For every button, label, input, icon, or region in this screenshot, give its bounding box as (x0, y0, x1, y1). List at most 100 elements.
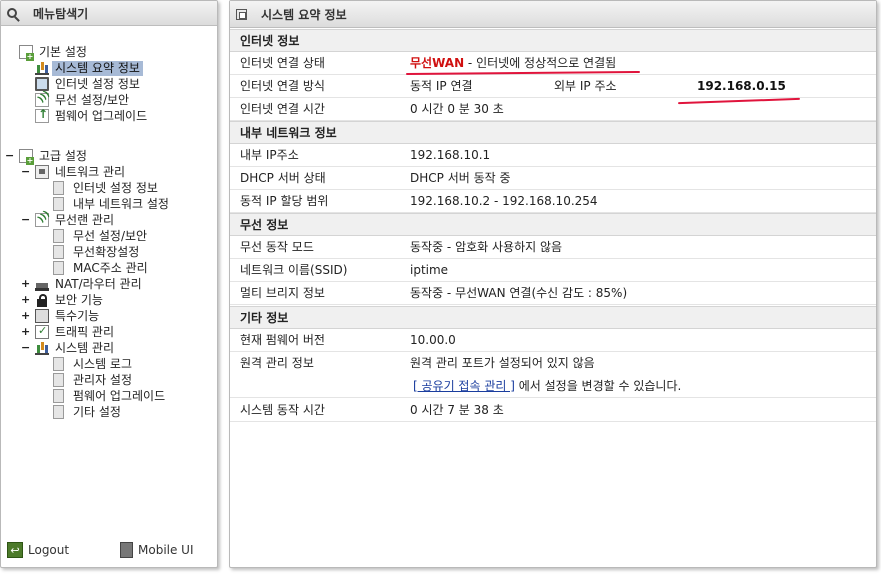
page-icon (53, 389, 64, 403)
tree-item-internet-settings[interactable]: 인터넷 설정 정보 (35, 76, 143, 92)
tree-item-system-log[interactable]: 시스템 로그 (53, 356, 135, 372)
tree-item-label: 무선 설정/보안 (73, 228, 148, 243)
row-label: 인터넷 연결 방식 (240, 79, 325, 93)
router-icon (35, 277, 49, 291)
router-access-management-link[interactable]: [ 공유기 접속 관리 ] (413, 379, 515, 393)
tree-node-label: 무선랜 관리 (55, 212, 115, 227)
page-icon (53, 181, 64, 195)
row-ssid: 네트워크 이름(SSID) iptime (230, 259, 876, 282)
tree-node-label: 기본 설정 (39, 44, 87, 59)
tree-item-label: 시스템 요약 정보 (52, 60, 143, 76)
tree-item-label: 무선확장설정 (73, 244, 140, 259)
tree-node-label: NAT/라우터 관리 (55, 276, 142, 291)
tree-item-wireless-security[interactable]: 무선 설정/보안 (35, 92, 132, 108)
upload-icon (35, 107, 49, 123)
tree-item-label: 내부 네트워크 설정 (73, 196, 169, 211)
monitor-icon (35, 77, 49, 91)
row-remote-management: 원격 관리 정보 원격 관리 포트가 설정되어 있지 않음 (230, 352, 876, 375)
row-value: 0 시간 0 분 30 초 (410, 102, 504, 116)
logout-label: Logout (28, 543, 70, 557)
row-value: DHCP 서버 동작 중 (410, 171, 511, 185)
tree-node-nat-router[interactable]: NAT/라우터 관리 (35, 276, 145, 292)
tree-item-label: MAC주소 관리 (73, 260, 148, 275)
tree-item-internet-settings-info[interactable]: 인터넷 설정 정보 (53, 180, 161, 196)
logout-icon: ↩ (7, 542, 23, 558)
expand-toggle-security[interactable]: + (21, 292, 30, 308)
tree-item-mac-management[interactable]: MAC주소 관리 (53, 260, 151, 276)
tree-item-wireless-security-adv[interactable]: 무선 설정/보안 (53, 228, 150, 244)
section-heading-lan: 내부 네트워크 정보 (230, 121, 876, 144)
lock-icon (35, 293, 49, 307)
row-label: 멀티 브리지 정보 (240, 286, 325, 300)
tree-item-label: 시스템 로그 (73, 356, 133, 371)
row-label: 네트워크 이름(SSID) (240, 263, 348, 277)
search-icon (7, 8, 17, 18)
expand-toggle-traffic[interactable]: + (21, 324, 30, 340)
tree-node-label: 네트워크 관리 (55, 164, 126, 179)
tree-node-label: 시스템 관리 (55, 340, 115, 355)
tree-node-traffic[interactable]: 트래픽 관리 (35, 324, 117, 340)
tree-item-wireless-extension[interactable]: 무선확장설정 (53, 244, 142, 260)
window-icon (236, 8, 247, 20)
row-label: 인터넷 연결 상태 (240, 56, 325, 70)
summary-panel: 시스템 요약 정보 인터넷 정보 인터넷 연결 상태 무선WAN - 인터넷에 … (229, 0, 877, 568)
page-icon (53, 373, 64, 387)
collapse-toggle-system[interactable]: − (21, 340, 30, 356)
navigator-header: 메뉴탐색기 (1, 1, 217, 26)
tree-item-firmware-upgrade-adv[interactable]: 펌웨어 업그레이드 (53, 388, 168, 404)
tree-item-lan-settings[interactable]: 내부 네트워크 설정 (53, 196, 172, 212)
tree-item-label: 인터넷 설정 정보 (73, 180, 158, 195)
wireless-icon (35, 93, 49, 107)
tree-node-special[interactable]: 특수기능 (35, 308, 102, 324)
tree-node-advanced-settings[interactable]: 고급 설정 (19, 148, 90, 165)
row-multi-bridge: 멀티 브리지 정보 동작중 - 무선WAN 연결(수신 감도 : 85%) (230, 282, 876, 305)
expand-toggle-special[interactable]: + (21, 308, 30, 324)
tree-item-system-summary[interactable]: 시스템 요약 정보 (35, 60, 143, 76)
tree-item-label: 관리자 설정 (73, 372, 133, 387)
section-heading-wireless: 무선 정보 (230, 213, 876, 236)
page-icon (53, 245, 64, 259)
collapse-toggle-wireless[interactable]: − (21, 212, 30, 228)
row-label: 인터넷 연결 시간 (240, 102, 325, 116)
status-highlight: 무선WAN (410, 56, 465, 70)
tree-item-other-settings[interactable]: 기타 설정 (53, 404, 124, 420)
tree-item-admin-settings[interactable]: 관리자 설정 (53, 372, 135, 388)
row-label: 내부 IP주소 (240, 148, 299, 162)
page-icon (53, 229, 64, 243)
tree-node-label: 특수기능 (55, 308, 100, 323)
tree-node-system-management[interactable]: 시스템 관리 (35, 340, 117, 356)
collapse-toggle-advanced[interactable]: − (5, 148, 14, 164)
navigator-title: 메뉴탐색기 (33, 6, 89, 21)
network-icon (35, 165, 49, 179)
folder-plus-icon (19, 149, 34, 165)
row-dhcp-range: 동적 IP 할당 범위 192.168.10.2 - 192.168.10.25… (230, 190, 876, 213)
row-value: 동작중 - 암호화 사용하지 않음 (410, 240, 563, 254)
tree-node-security[interactable]: 보안 기능 (35, 292, 106, 308)
summary-header: 시스템 요약 정보 (230, 1, 876, 28)
tree-node-label: 트래픽 관리 (55, 324, 115, 339)
status-text: - 인터넷에 정상적으로 연결됨 (464, 56, 617, 70)
remote-note-suffix: 에서 설정을 변경할 수 있습니다. (514, 379, 682, 393)
row-lan-ip: 내부 IP주소 192.168.10.1 (230, 144, 876, 167)
row-firmware-version: 현재 펌웨어 버전 10.00.0 (230, 329, 876, 352)
tree-item-label: 무선 설정/보안 (55, 92, 130, 107)
section-heading-internet: 인터넷 정보 (230, 29, 876, 52)
section-heading-etc: 기타 정보 (230, 306, 876, 329)
mobile-ui-button[interactable]: Mobile UI (120, 542, 194, 558)
tree-item-label: 인터넷 설정 정보 (55, 76, 140, 91)
folder-plus-icon (19, 45, 34, 61)
row-value: 동적 IP 연결 (410, 79, 473, 93)
row-value: 192.168.10.1 (410, 148, 491, 162)
logout-button[interactable]: ↩ Logout (7, 542, 69, 558)
row-connection-time: 인터넷 연결 시간 0 시간 0 분 30 초 (230, 98, 876, 121)
row-label: 무선 동작 모드 (240, 240, 314, 254)
tree-item-firmware-upgrade[interactable]: 펌웨어 업그레이드 (35, 107, 150, 124)
tree-node-wireless-management[interactable]: 무선랜 관리 (35, 212, 117, 228)
mobile-ui-label: Mobile UI (138, 543, 194, 557)
expand-toggle-nat[interactable]: + (21, 276, 30, 292)
tree-node-basic-settings[interactable]: 기본 설정 (19, 44, 90, 61)
collapse-toggle-network[interactable]: − (21, 164, 30, 180)
external-ip-value: 192.168.0.15 (697, 79, 786, 93)
tree-node-network-management[interactable]: 네트워크 관리 (35, 164, 128, 180)
row-label: 동적 IP 할당 범위 (240, 194, 329, 208)
